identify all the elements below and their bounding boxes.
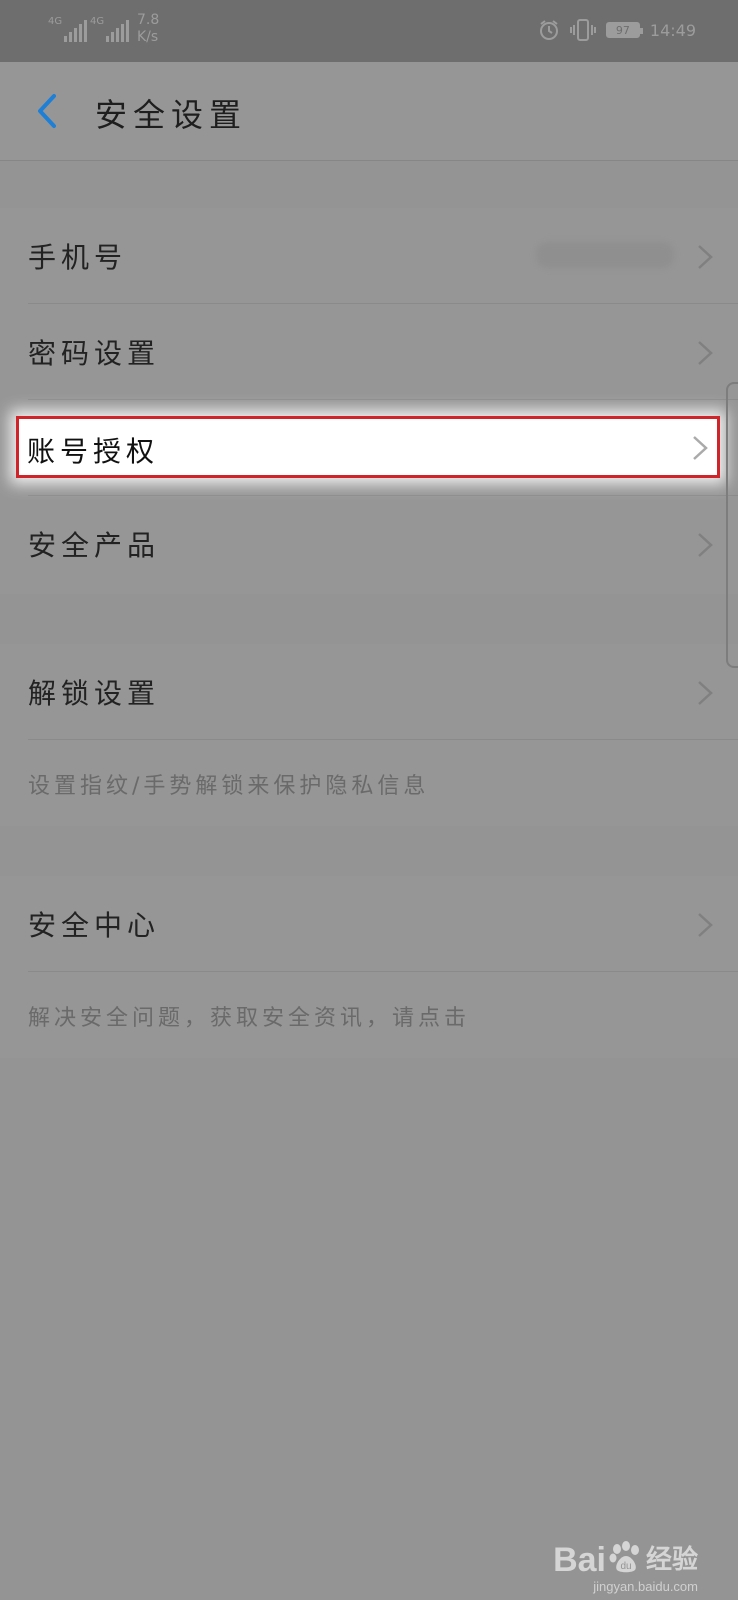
row-label-account-authorization: 账号授权: [27, 435, 160, 468]
row-label-unlock: 解锁设置: [28, 677, 161, 710]
row-label-security-center: 安全中心: [28, 909, 161, 942]
row-label-security-products: 安全产品: [28, 529, 161, 562]
security-center-description-text: 解决安全问题，获取安全资讯，请点击: [28, 1006, 471, 1031]
chevron-right-icon: [698, 681, 713, 705]
account-settings-group: 手机号 密码设置 安全产品: [0, 208, 738, 594]
row-security-center[interactable]: 安全中心: [0, 876, 738, 972]
network-type-2: 4G: [90, 16, 105, 27]
battery-icon: 97: [605, 22, 643, 38]
alarm-icon: [539, 20, 558, 40]
network-speed: 7.8 K/s: [137, 12, 159, 46]
signal-strength-2: 4G: [90, 16, 131, 42]
network-speed-unit: K/s: [137, 29, 159, 45]
page-title: 安全设置: [95, 96, 248, 134]
unlock-description: 设置指纹/手势解锁来保护隐私信息: [0, 740, 738, 826]
row-account-authorization[interactable]: 账号授权: [16, 416, 720, 478]
chevron-right-icon: [693, 436, 708, 460]
watermark-url: jingyan.baidu.com: [593, 1579, 698, 1594]
battery-level: 97: [615, 23, 630, 37]
row-password-settings[interactable]: 密码设置: [0, 304, 738, 400]
status-bar: 4G 4G 7.8 K/s 97 14:49: [0, 0, 738, 62]
row-security-products[interactable]: 安全产品: [0, 496, 738, 592]
svg-text:du: du: [620, 1561, 631, 1572]
masked-phone-number: [536, 242, 674, 268]
watermark-brand-pre: Bai: [553, 1541, 606, 1579]
clock: 14:49: [649, 20, 696, 40]
back-chevron-icon[interactable]: [28, 88, 68, 134]
chevron-right-icon: [698, 913, 713, 937]
unlock-description-text: 设置指纹/手势解锁来保护隐私信息: [28, 774, 430, 799]
security-center-group: 安全中心 解决安全问题，获取安全资讯，请点击: [0, 876, 738, 1058]
baidu-jingyan-watermark: Bai du 经验 jingyan.baidu.com: [553, 1539, 698, 1594]
vibrate-icon: [569, 19, 596, 41]
signal-strength-1: 4G: [48, 16, 89, 42]
watermark-brand-post: 经验: [645, 1545, 698, 1575]
app-header: 安全设置: [0, 62, 738, 161]
baidu-paw-icon: du: [609, 1541, 639, 1573]
chevron-right-icon: [698, 245, 713, 269]
scrollbar[interactable]: [726, 382, 738, 668]
chevron-right-icon: [698, 533, 713, 557]
row-label-password: 密码设置: [28, 337, 161, 370]
row-label-phone: 手机号: [28, 241, 128, 274]
network-type-1: 4G: [48, 16, 63, 27]
chevron-right-icon: [698, 341, 713, 365]
security-center-description: 解决安全问题，获取安全资讯，请点击: [0, 972, 738, 1058]
unlock-settings-group: 解锁设置 设置指纹/手势解锁来保护隐私信息: [0, 644, 738, 826]
row-phone-number[interactable]: 手机号: [0, 208, 738, 304]
row-unlock-settings[interactable]: 解锁设置: [0, 644, 738, 740]
network-speed-value: 7.8: [137, 12, 160, 28]
